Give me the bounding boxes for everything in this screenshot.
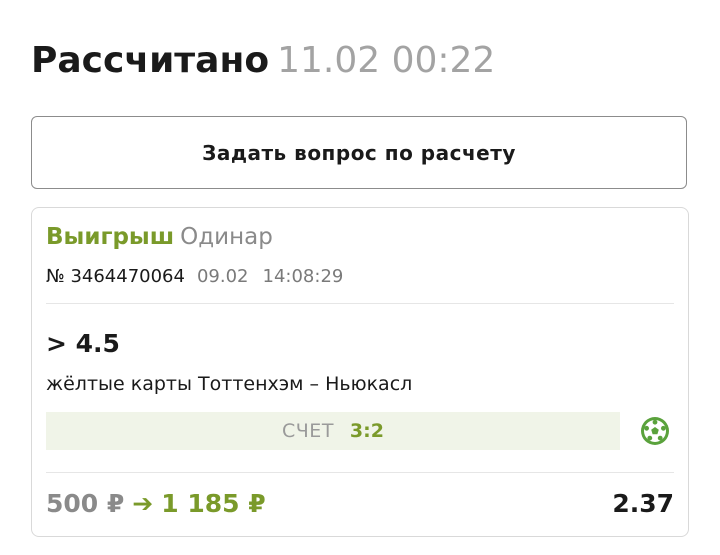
ticket-date: 09.02 [196, 266, 249, 287]
divider [46, 472, 674, 473]
arrow-right-icon: ➔ [132, 489, 154, 518]
payout-amount: 1 185 ₽ [161, 489, 266, 518]
settlement-time: 11.02 00:22 [277, 40, 496, 81]
divider [46, 303, 674, 304]
football-ball-icon [641, 417, 669, 445]
event-name: жёлтые карты Тоттенхэм – Ньюкасл [46, 373, 413, 395]
bet-outcome: > 4.5 [46, 329, 120, 358]
ask-question-button[interactable]: Задать вопрос по расчету [31, 116, 687, 189]
settlement-status: Рассчитано [31, 40, 270, 81]
ticket-number: № 3464470064 [46, 266, 185, 287]
coefficient: 2.37 [612, 489, 674, 518]
ticket-info: № 3464470064 09.02 14:08:29 [46, 264, 343, 290]
score-bar: СЧЕТ 3:2 [46, 412, 620, 450]
stake-amount: 500 ₽ [46, 489, 125, 518]
bet-kind: Одинар [180, 224, 273, 250]
page-title: Рассчитано 11.02 00:22 [31, 38, 495, 84]
bet-card: Выигрыш Одинар № 3464470064 09.02 14:08:29 … [31, 207, 689, 537]
score-value: 3:2 [349, 420, 384, 442]
bet-type: Выигрыш Одинар [46, 222, 273, 252]
score-label: СЧЕТ [282, 420, 334, 442]
bet-result: Выигрыш [46, 224, 175, 250]
payout-row: 500 ₽ ➔ 1 185 ₽ [46, 488, 266, 520]
ticket-time: 14:08:29 [262, 266, 344, 287]
